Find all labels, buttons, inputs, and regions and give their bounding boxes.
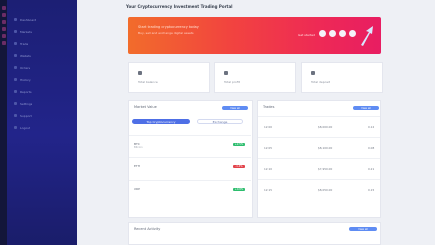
sidebar-item-label: Wallets [20, 53, 31, 58]
trade-time: 12:15 [264, 188, 273, 192]
coin-subtitle: Bitcoin [134, 146, 143, 149]
change-badge: +2.5% [233, 143, 245, 146]
sidebar-item-support[interactable]: Support [14, 113, 71, 118]
sidebar-item-label: Support [20, 113, 32, 118]
growth-arrow-icon [361, 26, 373, 46]
rail-dot-icon[interactable] [1, 6, 6, 10]
sidebar-item-dashboard[interactable]: Dashboard [14, 17, 71, 22]
table-row[interactable]: 12:10 $7,950.00 0.21 [258, 158, 380, 179]
rail-dot-icon[interactable] [1, 20, 6, 24]
deposit-icon [311, 71, 315, 75]
change-badge: +0.8% [233, 188, 245, 191]
trade-time: 12:05 [264, 146, 273, 150]
sidebar-item-label: Dashboard [20, 17, 37, 22]
trade-amount: 0.12 [368, 125, 375, 129]
stat-card: Total profit [214, 62, 296, 93]
trade-time: 12:10 [264, 167, 273, 171]
trade-amount: 0.21 [368, 167, 375, 171]
trade-price: $8,100.00 [318, 146, 333, 150]
sidebar-item-label: Reports [20, 89, 32, 94]
rail-dot-icon[interactable] [1, 13, 6, 17]
coin-icon [349, 30, 356, 37]
stat-label: Total balance [138, 80, 158, 84]
trade-price: $8,050.00 [318, 188, 333, 192]
page-title: Your Cryptocurrency Investment Trading P… [126, 4, 233, 9]
tab-top-cryptocurrency[interactable]: Top Cryptocurrency [132, 119, 190, 124]
trade-time: 12:00 [264, 125, 273, 129]
coin-icon [339, 30, 346, 37]
sidebar-item-label: Orders [20, 65, 31, 70]
rail-dot-icon[interactable] [1, 27, 6, 31]
list-item[interactable]: BTC Bitcoin +2.5% [129, 135, 251, 155]
sidebar-item-reports[interactable]: Reports [14, 89, 71, 94]
history-icon [14, 78, 17, 81]
orders-icon [14, 66, 17, 69]
table-row[interactable]: 12:05 $8,100.00 0.08 [258, 137, 380, 158]
trades-card: Trades View all 12:00 $8,000.00 0.12 12:… [257, 100, 381, 218]
banner-subtitle: Buy, sell and exchange digital assets [138, 31, 194, 35]
main-content: Your Cryptocurrency Investment Trading P… [77, 0, 435, 245]
sidebar-item-markets[interactable]: Markets [14, 29, 71, 34]
wallet-icon [14, 54, 17, 57]
coin-icon [329, 30, 336, 37]
card-title: Trades [263, 105, 275, 109]
tab-exchange[interactable]: Exchange [197, 119, 243, 124]
stat-card: Total deposit [301, 62, 383, 93]
trade-amount: 0.08 [368, 146, 375, 150]
sidebar-item-label: Logout [20, 125, 31, 130]
view-all-button[interactable]: View all [353, 106, 379, 110]
table-row[interactable]: 12:00 $8,000.00 0.12 [258, 116, 380, 137]
sidebar-item-label: Settings [20, 101, 33, 106]
trade-icon [14, 42, 17, 45]
table-row[interactable]: 12:15 $8,050.00 0.15 [258, 179, 380, 200]
rail-dot-icon[interactable] [1, 34, 6, 38]
list-item[interactable]: ETH -1.4% [129, 157, 251, 177]
recent-activity-card: Recent Activity View all [128, 222, 381, 245]
profit-icon [224, 71, 228, 75]
sidebar-item-label: Markets [20, 29, 32, 34]
banner-title: Start trading cryptocurrency today [138, 25, 199, 29]
card-title: Recent Activity [134, 227, 161, 231]
support-icon [14, 114, 17, 117]
gear-icon [14, 102, 17, 105]
coin-name: ETH [134, 164, 140, 168]
icon-rail [0, 0, 7, 245]
stat-card: Total balance [128, 62, 210, 93]
sidebar-item-history[interactable]: History [14, 77, 71, 82]
dashboard-icon [14, 18, 17, 21]
trade-price: $7,950.00 [318, 167, 333, 171]
banner-link[interactable]: Get started [298, 33, 315, 37]
markets-icon [14, 30, 17, 33]
sidebar-item-trade[interactable]: Trade [14, 41, 71, 46]
view-all-button[interactable]: View all [349, 227, 377, 231]
coin-name: XRP [134, 187, 140, 191]
logout-icon [14, 126, 17, 129]
change-badge: -1.4% [233, 165, 245, 168]
sidebar-item-logout[interactable]: Logout [14, 125, 71, 130]
view-all-button[interactable]: View all [222, 106, 248, 110]
sidebar: Dashboard Markets Trade Wallets Orders H… [7, 0, 77, 245]
balance-icon [138, 71, 142, 75]
sidebar-item-wallets[interactable]: Wallets [14, 53, 71, 58]
market-value-card: Market Value View all Top Cryptocurrency… [128, 100, 253, 218]
stat-label: Total deposit [311, 80, 331, 84]
sidebar-item-label: History [20, 77, 31, 82]
stat-label: Total profit [224, 80, 240, 84]
coin-icon [319, 30, 326, 37]
list-item[interactable]: XRP +0.8% [129, 180, 251, 200]
promo-banner: Start trading cryptocurrency today Buy, … [128, 17, 381, 54]
trade-amount: 0.15 [368, 188, 375, 192]
card-title: Market Value [134, 105, 157, 109]
sidebar-item-orders[interactable]: Orders [14, 65, 71, 70]
sidebar-item-settings[interactable]: Settings [14, 101, 71, 106]
rail-dot-icon[interactable] [1, 41, 6, 45]
sidebar-item-label: Trade [20, 41, 29, 46]
reports-icon [14, 90, 17, 93]
trade-price: $8,000.00 [318, 125, 333, 129]
